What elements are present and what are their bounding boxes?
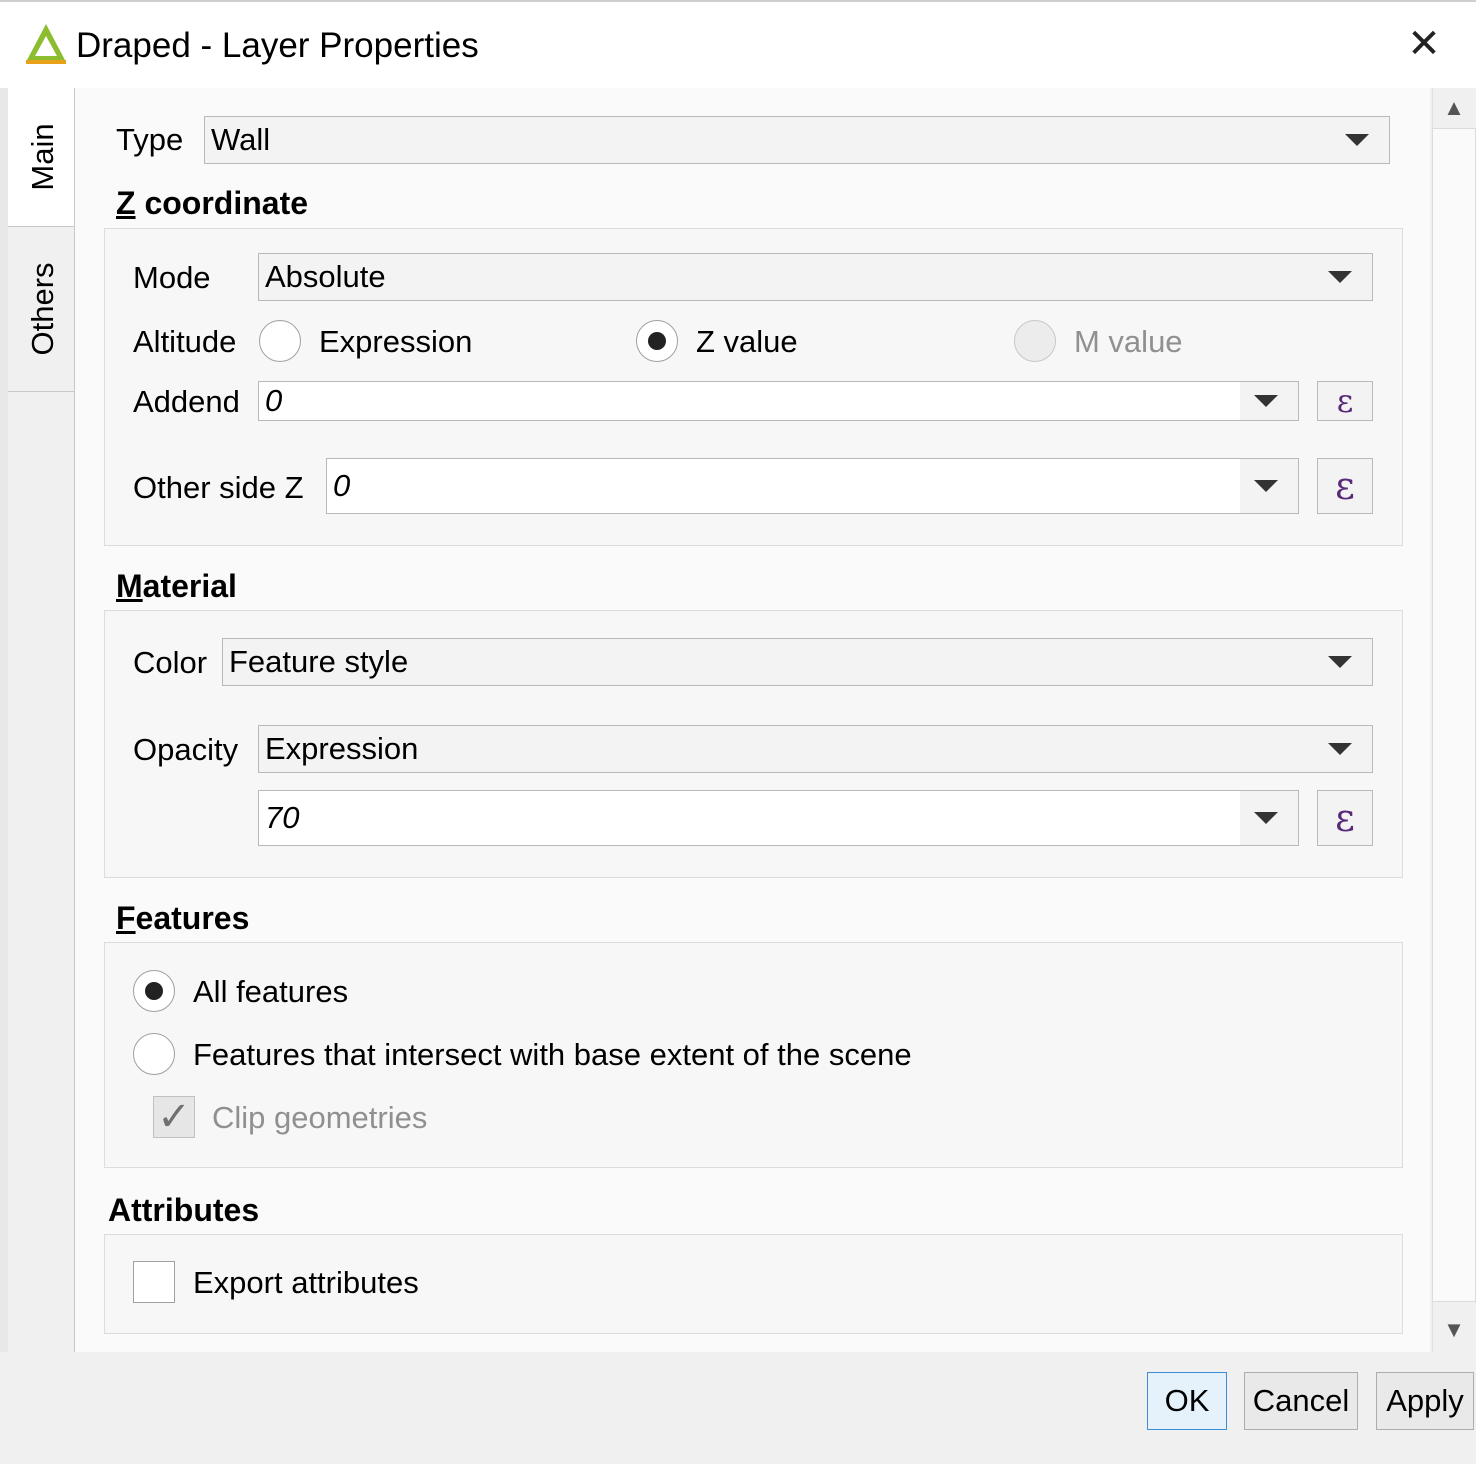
type-label: Type [116,122,184,157]
opacity-expression-input[interactable]: 70 [258,790,1299,846]
intersect-features-radio[interactable] [133,1033,175,1075]
altitude-m-value-label: M value [1074,324,1183,359]
type-value: Wall [211,122,271,157]
check-icon: ✓ [157,1095,191,1139]
export-attributes-checkbox[interactable] [133,1261,175,1303]
addend-value: 0 [265,383,283,418]
opacity-expression-button[interactable]: ε [1317,790,1373,846]
other-side-z-dropdown-button[interactable] [1240,459,1298,513]
all-features-label: All features [193,974,349,1009]
cancel-button[interactable]: Cancel [1244,1372,1358,1430]
chevron-down-icon [1328,656,1352,668]
type-combo[interactable]: Wall [204,116,1390,164]
addend-dropdown-button[interactable] [1240,382,1298,420]
all-features-radio[interactable] [133,970,175,1012]
opacity-mode-value: Expression [265,731,419,766]
opacity-dropdown-button[interactable] [1240,791,1298,845]
left-edge-strip [0,88,8,1352]
addend-expression-button[interactable]: ε [1317,381,1373,421]
altitude-z-value-label: Z value [696,324,798,359]
expression-epsilon-icon: ε [1335,464,1355,508]
tab-others[interactable]: Others [8,226,78,392]
radio-selected-dot [145,982,163,1000]
other-side-z-input[interactable]: 0 [326,458,1299,514]
close-icon[interactable]: ✕ [1402,24,1446,68]
material-title: Material [116,568,237,604]
other-side-z-value: 0 [333,468,351,503]
z-coordinate-title: Z coordinate [116,185,309,221]
features-title: Features [116,900,250,936]
altitude-expression-radio[interactable] [259,320,301,362]
opacity-label: Opacity [133,732,239,767]
tab-main-label: Main [25,123,60,191]
other-side-z-label: Other side Z [133,470,304,505]
scroll-down-icon[interactable]: ▼ [1432,1310,1476,1350]
altitude-m-value-radio [1014,320,1056,362]
color-combo[interactable]: Feature style [222,638,1373,686]
export-attributes-label: Export attributes [193,1265,419,1300]
qgis3-logo-icon [26,24,66,64]
chevron-down-icon [1328,743,1352,755]
color-value: Feature style [229,644,409,679]
altitude-expression-label: Expression [319,324,473,359]
clip-geometries-label: Clip geometries [212,1100,428,1135]
tab-main[interactable]: Main [8,88,78,226]
addend-label: Addend [133,384,240,419]
chevron-down-icon [1254,480,1278,492]
expression-epsilon-icon: ε [1336,382,1354,420]
chevron-down-icon [1254,812,1278,824]
chevron-down-icon [1345,134,1369,146]
tab-others-label: Others [24,262,60,356]
radio-selected-dot [648,332,666,350]
window-title: Draped - Layer Properties [76,26,479,65]
color-label: Color [133,645,208,680]
opacity-mode-combo[interactable]: Expression [258,725,1373,773]
chevron-down-icon [1328,271,1352,283]
expression-epsilon-icon: ε [1335,796,1355,840]
chevron-down-icon [1254,395,1278,407]
attributes-title: Attributes [108,1192,260,1228]
opacity-value: 70 [265,800,300,835]
mode-value: Absolute [265,259,386,294]
ok-button[interactable]: OK [1147,1372,1227,1430]
addend-input[interactable]: 0 [258,381,1299,421]
mode-label: Mode [133,260,211,295]
scroll-up-icon[interactable]: ▲ [1432,88,1476,128]
altitude-z-value-radio[interactable] [636,320,678,362]
altitude-label: Altitude [133,324,237,359]
scrollbar-thumb[interactable] [1432,128,1476,1302]
other-side-z-expression-button[interactable]: ε [1317,458,1373,514]
clip-geometries-checkbox: ✓ [153,1095,195,1139]
apply-button[interactable]: Apply [1376,1372,1474,1430]
intersect-features-label: Features that intersect with base extent… [193,1037,912,1072]
mode-combo[interactable]: Absolute [258,253,1373,301]
